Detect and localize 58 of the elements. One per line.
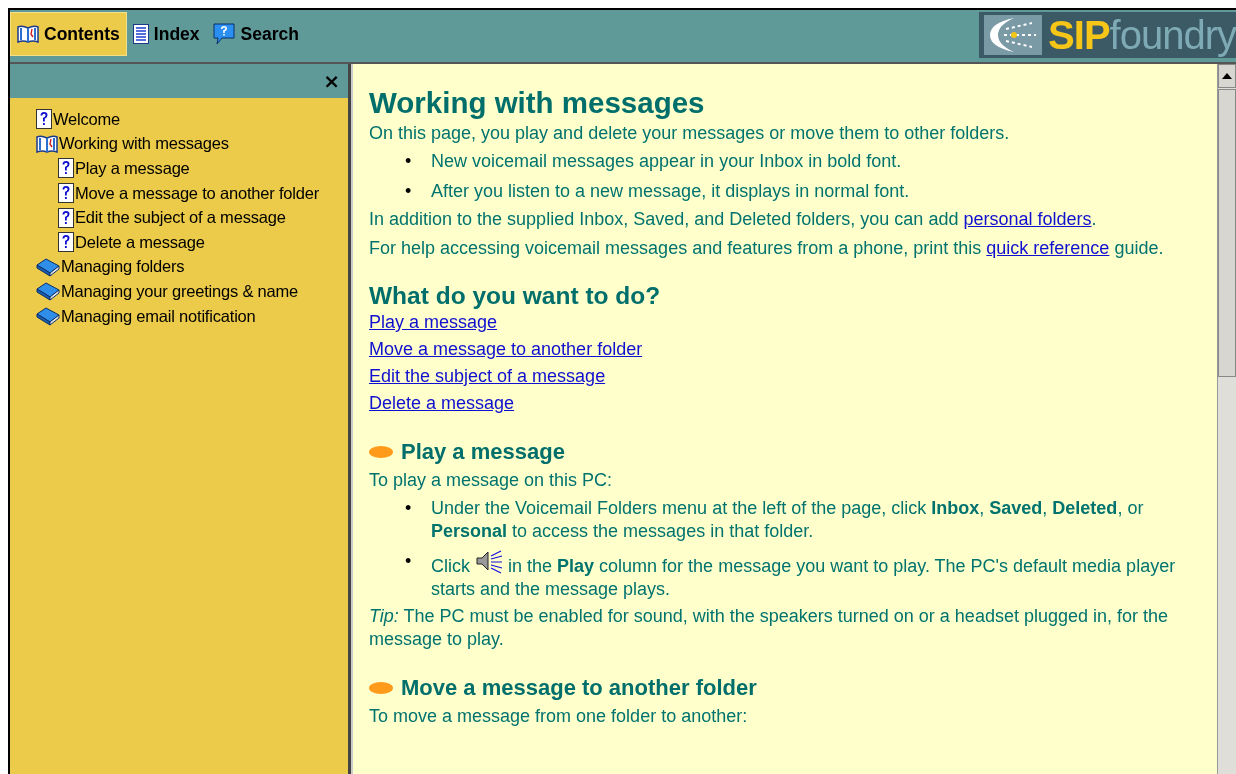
list-item: New voicemail messages appear in your Inbox in bold font. [431,150,903,173]
help-bubble-icon [211,23,236,45]
scrollbar[interactable] [1217,64,1236,774]
tree-item[interactable]: Delete a message [75,232,205,252]
list-item: Under the Voicemail Folders menu at the left of the page, click Inbox, Saved, Deleted, or Personal to access the messages in that folder. [431,497,1145,543]
paragraph: Tip: The PC must be enabled for sound, with the speakers turned on or a headset plugged in, for the message to play. [369,605,1170,651]
help-page-icon [58,158,74,179]
tree-item[interactable]: Move a message to another folder [75,183,319,203]
section-heading: What do you want to do? [369,282,662,310]
tab[interactable]: Contents [10,12,127,56]
tree-item[interactable]: Edit the subject of a message [75,208,286,228]
close-button[interactable]: × [321,69,342,93]
link[interactable]: Play a message [369,310,498,334]
bullet: • [405,497,413,520]
section-heading: Move a message to another folder [401,675,757,701]
speaker-icon [475,550,503,574]
dish-icon [984,15,1043,55]
logo-text: SIP [1048,12,1110,58]
help-page-icon [36,109,52,130]
help-page-icon [58,183,74,204]
book-icon [17,24,39,44]
paragraph: On this page, you play and delete your messages or move them to other folders. [369,122,1011,145]
link[interactable]: Delete a message [369,391,515,415]
bullet: • [405,180,413,203]
link[interactable]: quick reference [986,238,1110,258]
logo-text: foundry [1109,12,1236,58]
book-icon [36,256,60,277]
section-heading: Play a message [401,439,565,465]
tab[interactable]: Index [126,12,206,56]
bullet-icon [369,446,393,458]
tree-item[interactable]: Managing your greetings & name [61,281,299,301]
tree-item[interactable]: Working with messages [59,134,229,154]
up-arrow-icon[interactable] [1222,73,1232,79]
index-icon [132,24,149,44]
list-item: Click in the Play column for the message you want to play. The PC's default media player starts and the message plays. [431,550,1177,601]
open-book-icon [36,133,58,154]
bullet: • [405,150,413,173]
scroll-thumb[interactable] [1218,89,1236,377]
paragraph: In addition to the supplied Inbox, Saved, and Deleted folders, you can add personal folders. [369,208,1098,231]
tree-item[interactable]: Welcome [53,109,121,129]
help-page-icon [58,232,74,253]
paragraph: To move a message from one folder to another: [369,705,749,728]
book-icon [36,306,60,327]
tree-item[interactable]: Managing email notification [61,306,256,326]
help-page-icon [58,207,74,228]
paragraph: For help accessing voicemail messages and features from a phone, print this quick reference guide. [369,237,1165,260]
book-icon [36,281,60,302]
link[interactable]: Move a message to another folder [369,337,643,361]
tree-item[interactable]: Managing folders [61,257,185,277]
page-title: Working with messages [369,86,706,120]
bullet: • [405,550,413,573]
link[interactable]: personal folders [963,209,1092,229]
link[interactable]: Edit the subject of a message [369,364,606,388]
tree-item[interactable]: Play a message [75,159,190,178]
tab[interactable]: Search [205,12,305,56]
bullet-icon [369,682,393,694]
list-item: After you listen to a new message, it displays in normal font. [431,180,911,203]
paragraph: To play a message on this PC: [369,469,614,492]
